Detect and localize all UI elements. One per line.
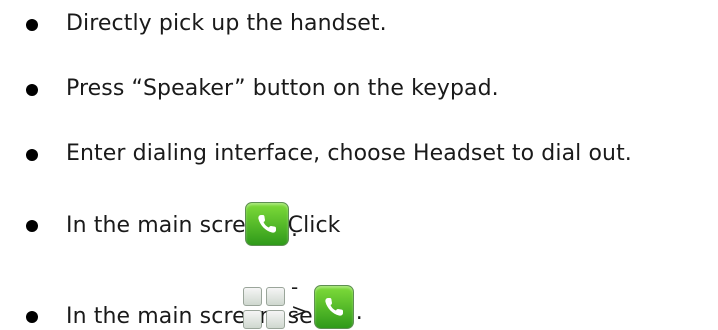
grid-cell — [243, 310, 262, 329]
inline-icon-run: . — [245, 202, 298, 246]
grid-cell — [266, 310, 285, 329]
menu-grid-icon — [243, 287, 285, 329]
list-item-text: In the main screen, Click — [66, 213, 341, 238]
phone-icon — [314, 285, 354, 329]
period: . — [355, 300, 363, 325]
list-item-text: Enter dialing interface, choose Headset … — [66, 141, 632, 166]
list-item-text: Directly pick up the handset. — [66, 11, 387, 36]
grid-cell — [243, 287, 262, 306]
arrow-text: -> — [291, 275, 308, 323]
bullet-dot — [26, 19, 38, 31]
bullet-dot — [26, 84, 38, 96]
bullet-dot — [26, 311, 38, 323]
grid-cell — [266, 287, 285, 306]
inline-icon-run: -> . — [243, 275, 363, 329]
bullet-dot — [26, 149, 38, 161]
phone-icon — [245, 202, 289, 246]
bullet-dot — [26, 220, 38, 232]
bullet-list: Directly pick up the handset. Press “Spe… — [0, 0, 718, 330]
period: . — [291, 217, 298, 242]
list-item-text: Press “Speaker” button on the keypad. — [66, 76, 499, 101]
